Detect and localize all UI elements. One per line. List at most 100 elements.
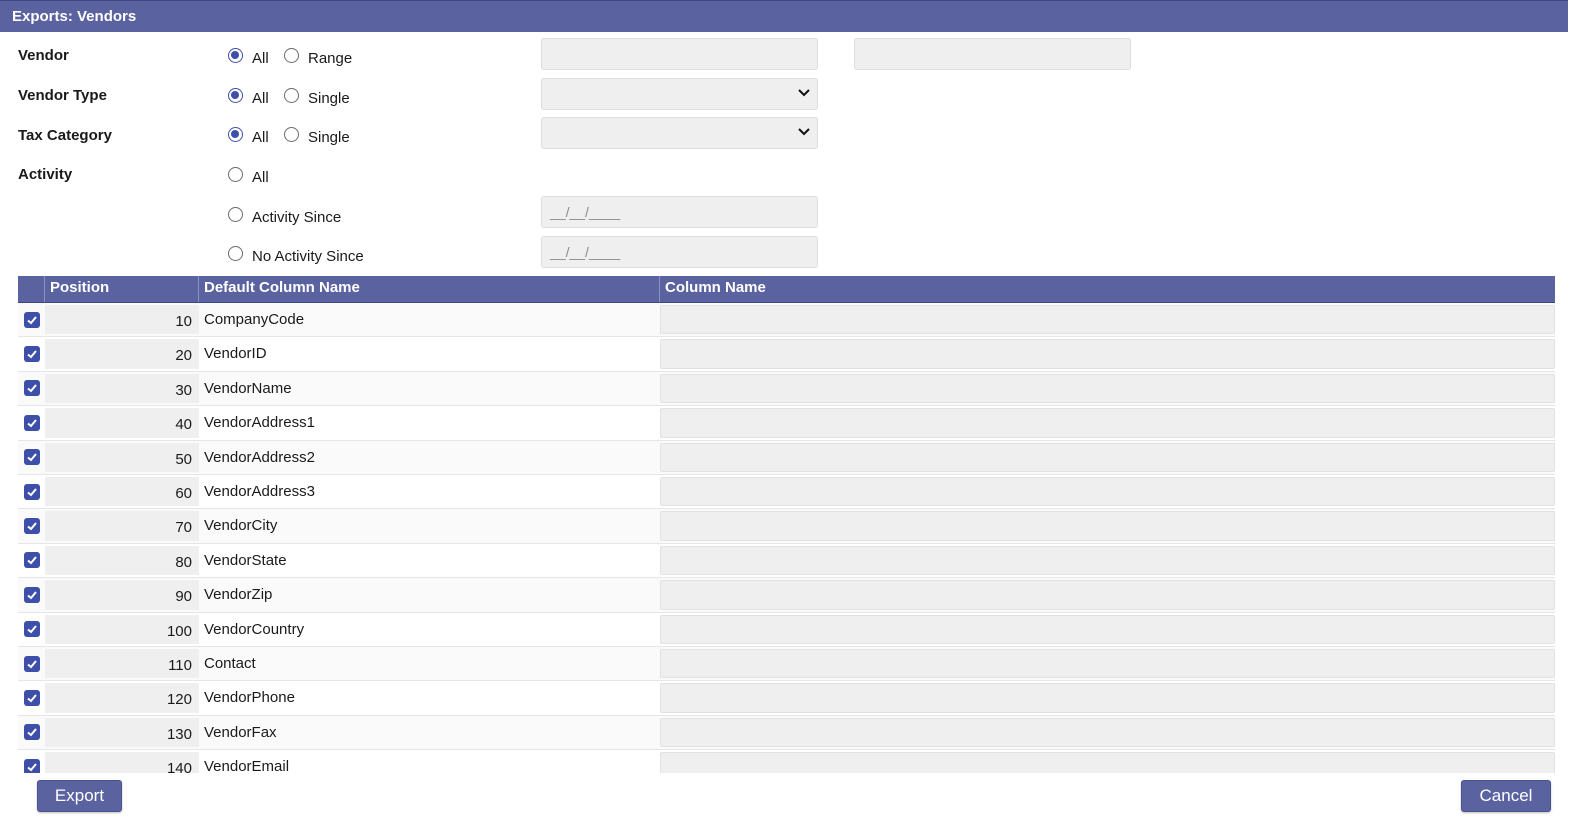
column-name-input[interactable] [660, 752, 1555, 773]
include-checkbox[interactable] [23, 655, 40, 672]
vendor-type-single-radio[interactable]: Single [284, 87, 350, 107]
vendor-range-to-input[interactable] [854, 38, 1131, 70]
vendor-range-radio[interactable]: Range [284, 47, 353, 67]
column-name-input[interactable] [660, 717, 1555, 748]
include-checkbox[interactable] [23, 380, 40, 397]
radio-unchecked-icon [228, 207, 243, 222]
tax-category-all-radio[interactable]: All [228, 126, 269, 146]
position-cell[interactable]: 50 [45, 442, 199, 472]
column-name-input[interactable] [660, 614, 1555, 644]
column-name-input[interactable] [660, 580, 1555, 610]
table-row: 110 Contact [18, 646, 1555, 682]
window-title: Exports: Vendors [0, 0, 1568, 32]
row-checkbox-cell [18, 303, 45, 336]
default-column-name-cell: VendorState [204, 551, 287, 569]
check-icon [26, 316, 37, 325]
position-cell[interactable]: 90 [45, 580, 199, 610]
position-cell[interactable]: 80 [45, 545, 199, 576]
row-checkbox-cell [18, 509, 45, 542]
no-activity-since-date-input[interactable]: __/__/____ [541, 236, 818, 268]
default-column-name-cell: VendorAddress3 [204, 482, 315, 500]
position-cell[interactable]: 140 [45, 752, 199, 773]
include-checkbox[interactable] [23, 621, 40, 638]
include-checkbox[interactable] [23, 518, 40, 535]
table-row: 10 CompanyCode [18, 303, 1555, 338]
position-cell[interactable]: 110 [45, 648, 199, 679]
chevron-down-icon [798, 128, 810, 136]
vendor-type-select[interactable] [541, 78, 818, 110]
column-name-input[interactable] [660, 305, 1555, 335]
row-checkbox-cell [18, 750, 45, 773]
column-name-input[interactable] [660, 476, 1555, 507]
include-checkbox[interactable] [23, 346, 40, 363]
column-name-input[interactable] [660, 545, 1555, 576]
column-name-input[interactable] [660, 339, 1555, 369]
include-checkbox[interactable] [23, 586, 40, 603]
include-checkbox[interactable] [23, 483, 40, 500]
row-checkbox-cell [18, 441, 45, 474]
position-cell[interactable]: 30 [45, 373, 199, 404]
check-icon [26, 556, 37, 565]
position-cell[interactable]: 130 [45, 717, 199, 748]
row-checkbox-cell [18, 716, 45, 749]
position-cell[interactable]: 40 [45, 408, 199, 438]
column-name-input[interactable] [660, 511, 1555, 541]
include-checkbox[interactable] [23, 552, 40, 569]
vendor-range-from-input[interactable] [541, 38, 818, 70]
check-icon [26, 419, 37, 428]
vendor-type-all-label: All [252, 90, 269, 107]
columns-grid: Position Default Column Name Column Name… [18, 276, 1555, 773]
radio-checked-icon [228, 88, 243, 103]
header-select-cell [18, 276, 45, 302]
table-row: 90 VendorZip [18, 578, 1555, 613]
include-checkbox[interactable] [23, 449, 40, 466]
column-name-input[interactable] [660, 408, 1555, 438]
position-cell[interactable]: 60 [45, 476, 199, 507]
activity-since-radio[interactable]: Activity Since [228, 206, 342, 226]
export-button[interactable]: Export [37, 780, 122, 812]
check-icon [26, 625, 37, 634]
tax-category-label: Tax Category [18, 127, 112, 144]
vendor-all-radio[interactable]: All [228, 47, 269, 67]
activity-all-radio[interactable]: All [228, 166, 269, 186]
no-activity-since-radio[interactable]: No Activity Since [228, 245, 364, 265]
tax-category-single-radio[interactable]: Single [284, 126, 350, 146]
position-cell[interactable]: 70 [45, 511, 199, 541]
position-cell[interactable]: 100 [45, 614, 199, 644]
check-icon [26, 591, 37, 600]
check-icon [26, 384, 37, 393]
position-cell[interactable]: 10 [45, 305, 199, 335]
include-checkbox[interactable] [23, 311, 40, 328]
default-column-name-cell: VendorName [204, 379, 292, 397]
table-row: 80 VendorState [18, 544, 1555, 579]
default-column-name-cell: Contact [204, 654, 256, 672]
table-row: 100 VendorCountry [18, 613, 1555, 647]
position-cell[interactable]: 20 [45, 339, 199, 369]
check-icon [26, 488, 37, 497]
activity-since-date-input[interactable]: __/__/____ [541, 196, 818, 228]
include-checkbox[interactable] [23, 414, 40, 431]
table-row: 70 VendorCity [18, 509, 1555, 544]
table-row: 40 VendorAddress1 [18, 406, 1555, 441]
vendor-type-all-radio[interactable]: All [228, 87, 269, 107]
vendor-range-label: Range [308, 50, 353, 67]
column-name-input[interactable] [660, 373, 1555, 404]
activity-label: Activity [18, 166, 73, 183]
check-icon [26, 453, 37, 462]
cancel-button[interactable]: Cancel [1461, 780, 1551, 812]
tax-category-select[interactable] [541, 117, 818, 149]
column-name-input[interactable] [660, 683, 1555, 713]
column-name-input[interactable] [660, 442, 1555, 472]
grid-header: Position Default Column Name Column Name [18, 276, 1555, 303]
position-cell[interactable]: 120 [45, 683, 199, 713]
row-checkbox-cell [18, 406, 45, 439]
include-checkbox[interactable] [23, 758, 40, 773]
include-checkbox[interactable] [23, 724, 40, 741]
row-checkbox-cell [18, 647, 45, 680]
column-name-input[interactable] [660, 648, 1555, 679]
vendor-label: Vendor [18, 47, 69, 64]
include-checkbox[interactable] [23, 689, 40, 706]
table-row: 20 VendorID [18, 337, 1555, 372]
activity-since-label: Activity Since [252, 209, 342, 226]
default-column-name-cell: CompanyCode [204, 311, 305, 328]
